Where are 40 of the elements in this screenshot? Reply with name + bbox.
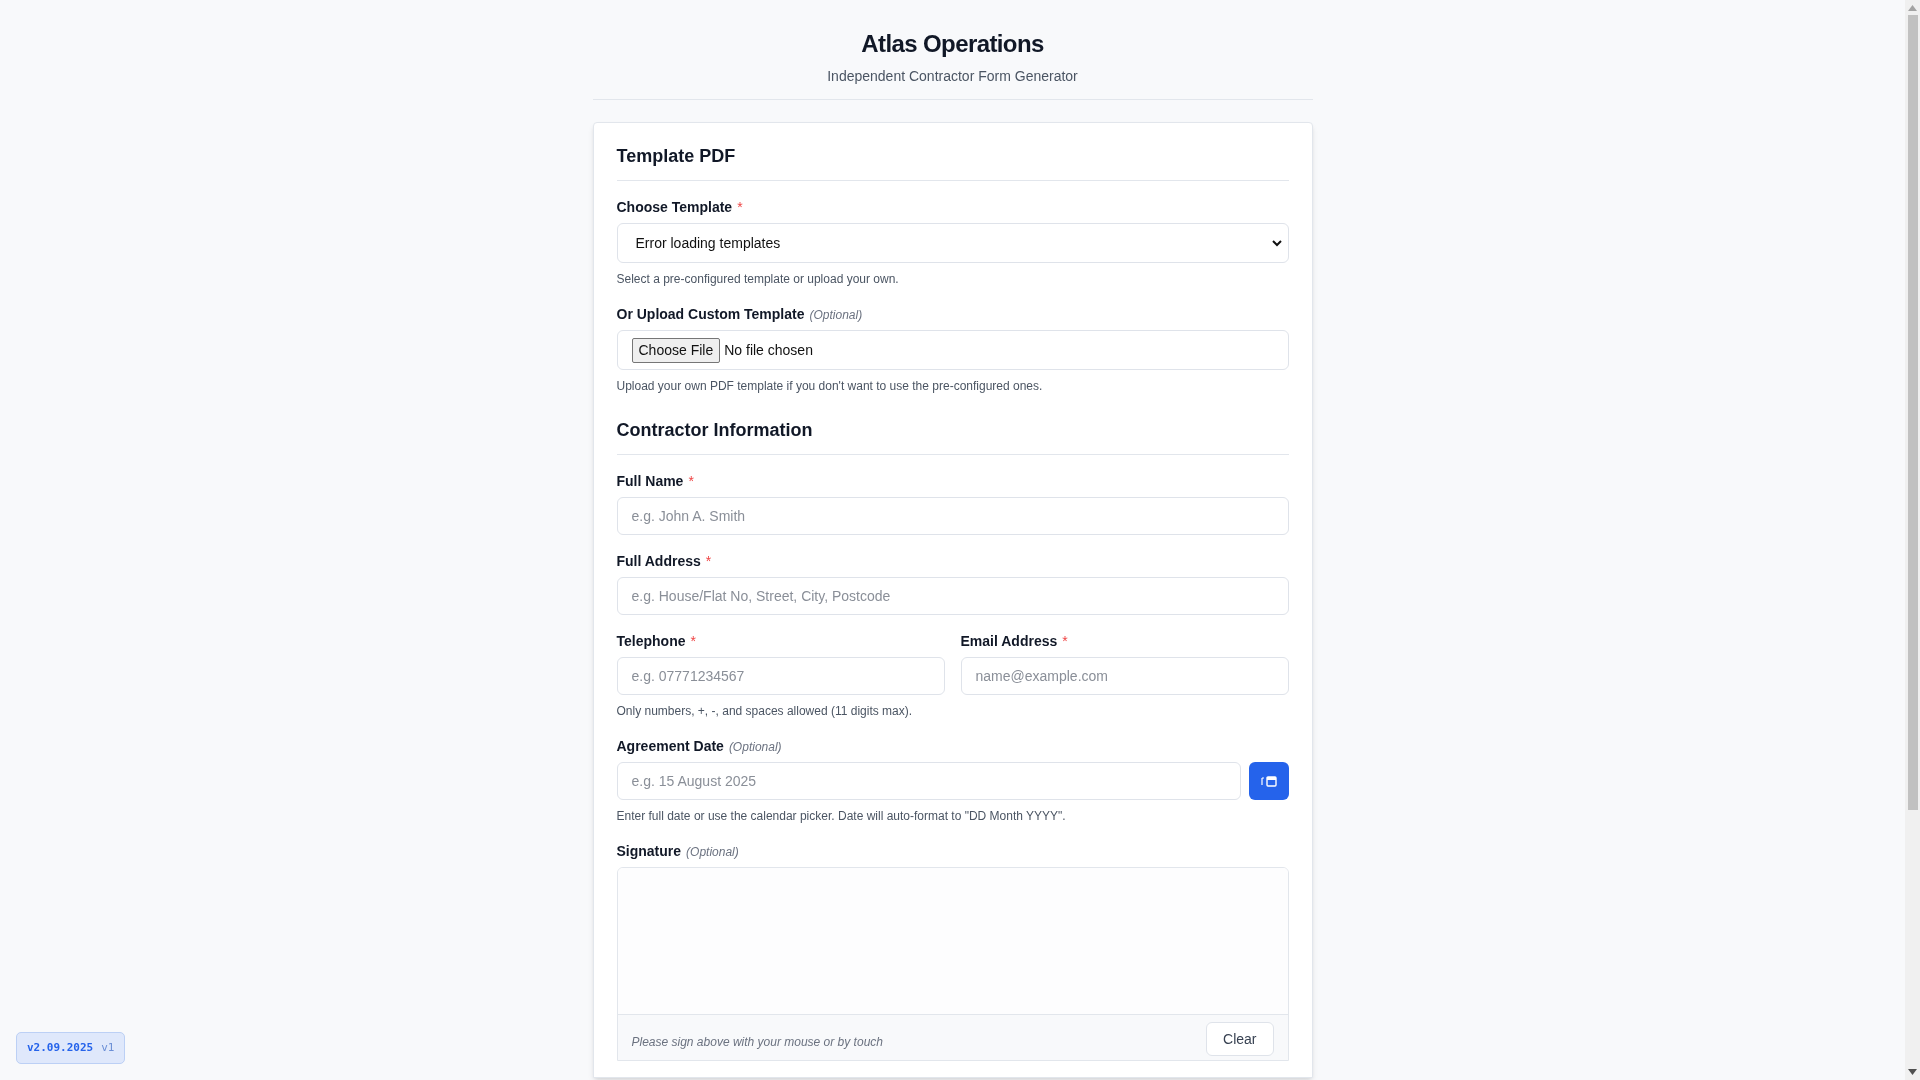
- scroll-up-icon[interactable]: [1908, 5, 1917, 11]
- scroll-down-icon[interactable]: [1908, 1069, 1917, 1075]
- text-input[interactable]: e.g. House/Flat No, Street, City, Postcode: [616, 577, 1289, 615]
- optional-note: (Optional): [686, 844, 739, 861]
- field-label: Agreement Date: [616, 737, 724, 756]
- clear-button[interactable]: Clear: [1206, 1022, 1274, 1056]
- calendar-button[interactable]: [1248, 762, 1289, 800]
- field-label: Full Name: [616, 472, 684, 491]
- text-input[interactable]: e.g. 07771234567: [616, 657, 945, 695]
- build-label: v1: [101, 1039, 115, 1056]
- required-marker: *: [690, 632, 696, 651]
- optional-note: (Optional): [809, 307, 863, 324]
- section-heading: Template PDF: [616, 143, 1289, 181]
- required-marker: *: [737, 198, 743, 217]
- required-marker: *: [705, 552, 712, 571]
- field-label: Choose Template: [616, 198, 733, 217]
- help-text: Select a pre-configured template or upload your own.: [616, 271, 900, 288]
- field-label: Or Upload Custom Template: [616, 305, 805, 324]
- chevron-down-icon: [1271, 239, 1282, 247]
- file-input[interactable]: Choose File No file chosen: [616, 330, 1289, 370]
- required-marker: *: [1062, 632, 1068, 651]
- text-input[interactable]: e.g. 15 August 2025: [616, 762, 1241, 800]
- calendar-icon: [1260, 775, 1277, 787]
- page-title: Atlas Operations: [861, 29, 1044, 59]
- help-text: Only numbers, +, -, and spaces allowed (11 digits max).: [616, 703, 914, 720]
- field-label: Telephone: [616, 632, 686, 651]
- optional-note: (Optional): [728, 739, 782, 756]
- help-text: Enter full date or use the calendar picker. Date will auto-format to "DD Month YYYY".: [616, 808, 1067, 825]
- field-label: Email Address: [960, 632, 1058, 651]
- page-subtitle: Independent Contractor Form Generator: [827, 67, 1078, 86]
- signature-hint: Please sign above with your mouse or by touch: [631, 1034, 883, 1051]
- text-input[interactable]: e.g. John A. Smith: [616, 497, 1289, 535]
- required-marker: *: [688, 472, 694, 491]
- version-number: v2.09.2025: [27, 1039, 94, 1056]
- text-input[interactable]: name@example.com: [960, 657, 1289, 695]
- section-heading: Contractor Information: [616, 417, 1289, 455]
- field-label: Full Address: [616, 552, 701, 571]
- field-label: Signature: [616, 842, 682, 861]
- template-select[interactable]: Error loading templates: [616, 223, 1289, 263]
- help-text: Upload your own PDF template if you don't want to use the pre-configured ones.: [616, 378, 1044, 395]
